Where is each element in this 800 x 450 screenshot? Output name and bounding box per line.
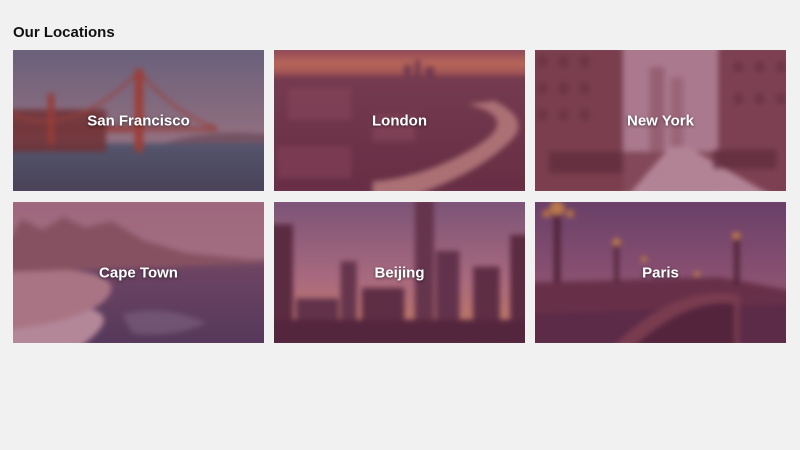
location-label: San Francisco bbox=[87, 112, 190, 129]
location-card-paris[interactable]: Paris bbox=[535, 202, 786, 343]
page-title: Our Locations bbox=[13, 24, 115, 41]
location-label: Cape Town bbox=[99, 264, 178, 281]
location-card-cape-town[interactable]: Cape Town bbox=[13, 202, 264, 343]
locations-grid: San Francisco London New York Cape Town … bbox=[13, 50, 786, 343]
location-label: London bbox=[372, 112, 427, 129]
locations-page: Our Locations San Francisco London New Y… bbox=[0, 0, 800, 450]
location-label: New York bbox=[627, 112, 694, 129]
location-label: Paris bbox=[642, 264, 679, 281]
location-card-san-francisco[interactable]: San Francisco bbox=[13, 50, 264, 191]
location-card-new-york[interactable]: New York bbox=[535, 50, 786, 191]
location-label: Beijing bbox=[374, 264, 425, 281]
location-card-london[interactable]: London bbox=[274, 50, 525, 191]
location-card-beijing[interactable]: Beijing bbox=[274, 202, 525, 343]
